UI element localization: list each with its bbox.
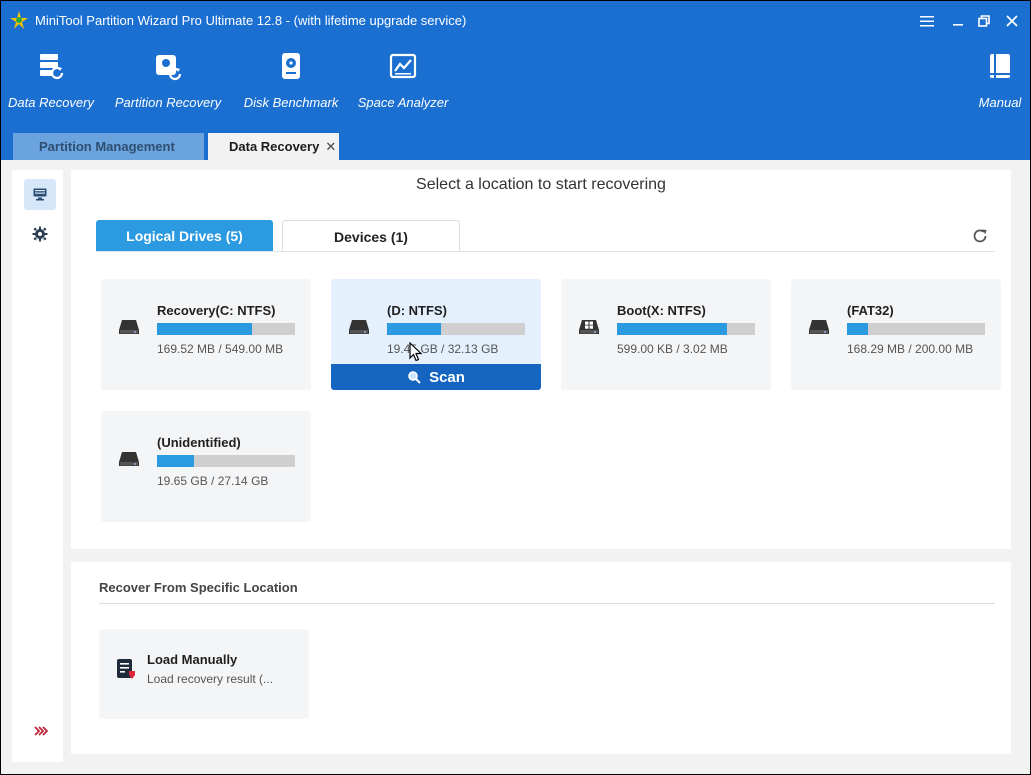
refresh-icon[interactable] <box>971 227 989 245</box>
section-divider <box>99 603 995 604</box>
toolbar-label: Manual <box>978 95 1022 110</box>
drive-card-d[interactable]: (D: NTFS) 19.45 GB / 32.13 GB Scan <box>331 279 541 390</box>
drive-card-x[interactable]: Boot(X: NTFS) 599.00 KB / 3.02 MB <box>561 279 771 390</box>
toolbar-label: Partition Recovery <box>114 95 222 110</box>
drive-icon <box>809 320 829 334</box>
section-heading: Recover From Specific Location <box>99 580 298 595</box>
mouse-cursor-icon <box>409 342 423 362</box>
close-icon <box>1006 15 1018 27</box>
drive-card-unidentified[interactable]: (Unidentified) 19.65 GB / 27.14 GB <box>101 411 311 522</box>
toolbar-space-analyzer-button[interactable]: Space Analyzer <box>357 51 449 121</box>
search-icon <box>408 371 421 384</box>
drive-name: (Unidentified) <box>157 435 241 450</box>
drive-usage-bar <box>157 455 295 467</box>
app-window: MiniTool Partition Wizard Pro Ultimate 1… <box>1 1 1030 774</box>
drive-size: 168.29 MB / 200.00 MB <box>847 342 974 356</box>
drive-size: 169.52 MB / 549.00 MB <box>157 342 284 356</box>
windows-drive-icon <box>579 320 599 334</box>
tab-label: Data Recovery <box>229 139 320 154</box>
drive-card-c[interactable]: Recovery(C: NTFS) 169.52 MB / 549.00 MB <box>101 279 311 390</box>
toolbar-disk-benchmark-button[interactable]: Disk Benchmark <box>243 51 339 121</box>
tab-partition-management[interactable]: Partition Management <box>13 133 204 160</box>
disk-benchmark-icon <box>282 53 300 79</box>
page-title: Select a location to start recovering <box>416 176 666 193</box>
close-window-button[interactable] <box>999 9 1025 33</box>
drive-usage-bar <box>157 323 295 335</box>
restore-button[interactable] <box>971 9 997 33</box>
drive-usage-fill <box>387 323 441 335</box>
drive-name: (FAT32) <box>847 303 894 318</box>
drive-card-fat32[interactable]: (FAT32) 168.29 MB / 200.00 MB <box>791 279 1001 390</box>
close-tab-icon[interactable]: ✕ <box>325 139 336 155</box>
tab-label: Partition Management <box>39 139 175 154</box>
toolbar-label: Data Recovery <box>8 95 94 110</box>
menu-button[interactable] <box>914 9 940 33</box>
book-icon <box>990 54 1010 78</box>
tab-logical-drives[interactable]: Logical Drives (5) <box>96 220 273 252</box>
toolbar-label: Space Analyzer <box>357 95 449 110</box>
tab-devices[interactable]: Devices (1) <box>282 220 460 252</box>
minimize-icon <box>953 24 963 26</box>
location-panel: Select a location to start recovering Lo… <box>71 170 1011 549</box>
drive-usage-bar <box>847 323 985 335</box>
drive-icon <box>119 452 139 466</box>
data-recovery-icon <box>40 54 64 80</box>
scan-label: Scan <box>429 368 465 386</box>
drive-icon <box>119 320 139 334</box>
toolbar-label: Disk Benchmark <box>243 95 339 110</box>
drive-usage-fill <box>617 323 728 335</box>
scan-button[interactable]: Scan <box>331 364 541 390</box>
drive-name: Boot(X: NTFS) <box>617 303 706 318</box>
drive-size: 19.45 GB / 32.13 GB <box>387 342 499 356</box>
hamburger-icon <box>920 16 934 27</box>
load-manually-card[interactable]: Load Manually Load recovery result (... <box>99 629 309 719</box>
toolbar-partition-recovery-button[interactable]: Partition Recovery <box>114 51 222 121</box>
restore-icon <box>978 15 990 27</box>
load-manually-subtitle: Load recovery result (... <box>147 672 274 686</box>
drive-name: (D: NTFS) <box>387 303 447 318</box>
sidebar-item-drives[interactable] <box>24 179 56 210</box>
load-manually-title: Load Manually <box>147 652 238 667</box>
drive-usage-fill <box>847 323 868 335</box>
computer-icon <box>33 188 47 201</box>
sidebar <box>12 170 63 762</box>
tab-data-recovery[interactable]: Data Recovery ✕ <box>208 133 339 160</box>
toolbar-manual-button[interactable]: Manual <box>977 51 1023 121</box>
gear-icon[interactable] <box>32 226 48 242</box>
drive-size: 599.00 KB / 3.02 MB <box>617 342 728 356</box>
app-logo-icon <box>10 11 28 29</box>
drive-usage-bar <box>387 323 525 335</box>
title-bar: MiniTool Partition Wizard Pro Ultimate 1… <box>1 1 1030 41</box>
drive-name: Recovery(C: NTFS) <box>157 303 276 318</box>
drive-icon <box>349 320 369 334</box>
window-title: MiniTool Partition Wizard Pro Ultimate 1… <box>35 13 467 28</box>
space-analyzer-icon <box>389 53 417 79</box>
toolbar-data-recovery-button[interactable]: Data Recovery <box>8 51 94 121</box>
expand-chevrons-icon[interactable] <box>34 725 48 737</box>
specific-location-panel: Recover From Specific Location Load Manu… <box>71 562 1011 754</box>
tab-divider <box>96 251 995 252</box>
partition-recovery-icon <box>156 55 182 81</box>
drive-usage-fill <box>157 455 195 467</box>
load-file-icon <box>117 659 135 679</box>
minimize-button[interactable] <box>945 9 971 33</box>
drive-size: 19.65 GB / 27.14 GB <box>157 474 269 488</box>
drive-usage-fill <box>157 323 253 335</box>
drive-usage-bar <box>617 323 755 335</box>
header: MiniTool Partition Wizard Pro Ultimate 1… <box>1 1 1030 160</box>
